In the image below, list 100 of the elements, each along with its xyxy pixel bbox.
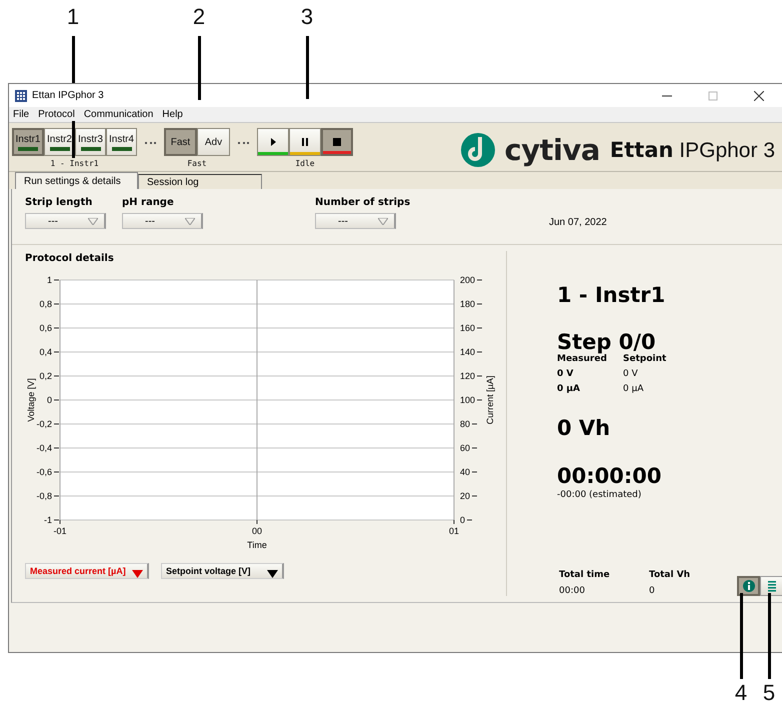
axis-tick-label: 0,6 [39, 323, 52, 333]
axis-tick-label: -1 [44, 515, 52, 525]
brand-logo: cytiva [504, 133, 600, 167]
separator-dots [238, 142, 249, 144]
leader-line [198, 36, 200, 100]
stop-button[interactable] [321, 128, 353, 156]
info-button[interactable] [737, 576, 760, 596]
reading-value: 0 µA [557, 384, 581, 394]
list-icon [766, 580, 778, 592]
callout-number: 3 [300, 6, 314, 28]
close-icon[interactable] [754, 90, 764, 100]
instrument-button[interactable]: Instr4 [106, 128, 137, 156]
axis-title: Time [247, 540, 267, 550]
total-label: Total time [559, 570, 611, 580]
caret-icon [88, 218, 98, 224]
tab[interactable]: Run settings & details [15, 172, 138, 189]
caret-icon [185, 218, 195, 224]
axis-tick-label: 120 [460, 371, 476, 381]
step-counter: Step 0/0 [557, 330, 657, 354]
axis-tick-label: 80 [460, 419, 470, 429]
caret-icon [378, 218, 388, 224]
axis-tick-label: 0,2 [39, 371, 52, 381]
callout-number: 2 [192, 6, 206, 28]
pause-icon [301, 138, 309, 146]
section-title: Protocol details [25, 253, 115, 264]
axis-tick-label: 00 [252, 526, 262, 536]
date-text: Jun 07, 2022 [549, 217, 608, 230]
instrument-button[interactable]: Instr3 [75, 128, 106, 156]
instrument-button[interactable]: Instr1 [12, 128, 44, 156]
menu-item[interactable]: Help [162, 109, 183, 120]
axis-tick-label: 0 [460, 515, 466, 525]
series-dropdown[interactable]: Measured current [µA] [25, 563, 149, 579]
axis-tick-label: 0,4 [39, 347, 52, 357]
axis-tick-label: -0,6 [36, 467, 52, 477]
status-caption: 1 - Instr1 [50, 159, 99, 168]
axis-tick-label: 01 [449, 526, 459, 536]
axis-tick-label: 0,8 [39, 299, 52, 309]
leader-line [72, 121, 74, 158]
field-label: pH range [122, 197, 175, 208]
total-value: 00:00 [559, 586, 586, 596]
column-heading: Measured [557, 354, 607, 364]
axis-tick-label: 180 [460, 299, 476, 309]
total-label: Total Vh [649, 570, 692, 580]
axis-tick-label: 1 [46, 275, 52, 285]
reading-value: 0 V [557, 369, 574, 379]
axis-tick-label: 160 [460, 323, 476, 333]
caret-icon [132, 570, 143, 578]
stop-icon [333, 138, 341, 146]
callout-number: 5 [762, 682, 776, 704]
axis-tick-label: 40 [460, 467, 470, 477]
mode-button[interactable]: Adv [197, 128, 230, 156]
dropdown[interactable]: --- [25, 213, 106, 229]
axis-tick-label: 140 [460, 347, 476, 357]
callout-number: 1 [66, 6, 80, 28]
menu-item[interactable]: Communication [84, 109, 154, 120]
axis-tick-label: 100 [460, 395, 476, 405]
separator-dots [145, 142, 156, 144]
axis-tick-label: -01 [54, 526, 66, 536]
volt-hours: 0 Vh [557, 416, 612, 440]
logo-icon [460, 133, 495, 167]
instrument-button[interactable]: Instr2 [44, 128, 75, 156]
reading-value: 0 µA [623, 384, 644, 394]
axis-tick-label: 60 [460, 443, 470, 453]
axis-title: Voltage [V] [26, 378, 36, 422]
axis-title: Current [µA] [485, 376, 495, 424]
play-icon [269, 138, 277, 146]
callout-number: 4 [734, 682, 748, 704]
mode-button[interactable]: Fast [164, 128, 197, 156]
leader-line [306, 36, 308, 99]
dropdown[interactable]: --- [315, 213, 396, 229]
play-button[interactable] [257, 128, 289, 156]
axis-tick-label: 200 [460, 275, 476, 285]
leader-line [72, 36, 74, 83]
series-dropdown[interactable]: Setpoint voltage [V] [161, 563, 284, 579]
field-label: Strip length [25, 197, 94, 208]
total-value: 0 [649, 586, 656, 596]
product-name: Ettan IPGphor 3 [610, 138, 775, 162]
column-heading: Setpoint [623, 354, 668, 364]
instrument-name: 1 - Instr1 [557, 283, 666, 307]
status-caption: Fast [187, 159, 207, 168]
estimated-time: -00:00 (estimated) [557, 490, 642, 500]
field-label: Number of strips [315, 197, 410, 208]
dropdown[interactable]: --- [122, 213, 203, 229]
axis-tick-label: -0,8 [36, 491, 52, 501]
pause-button[interactable] [289, 128, 321, 156]
axis-tick-label: -0,2 [36, 419, 52, 429]
elapsed-time: 00:00:00 [557, 464, 662, 488]
info-icon [742, 580, 754, 592]
menu-item[interactable]: File [13, 109, 30, 120]
caret-icon [267, 570, 278, 578]
window-title: Ettan IPGphor 3 [32, 90, 104, 101]
axis-tick-label: -0,4 [36, 443, 52, 453]
status-caption: Idle [295, 159, 315, 168]
axis-tick-label: 0 [46, 395, 52, 405]
tab[interactable]: Session log [138, 174, 262, 189]
reading-value: 0 V [623, 369, 639, 379]
app-icon [15, 90, 27, 102]
list-button[interactable] [760, 576, 782, 596]
axis-tick-label: 20 [460, 491, 470, 501]
menu-item[interactable]: Protocol [38, 109, 75, 120]
